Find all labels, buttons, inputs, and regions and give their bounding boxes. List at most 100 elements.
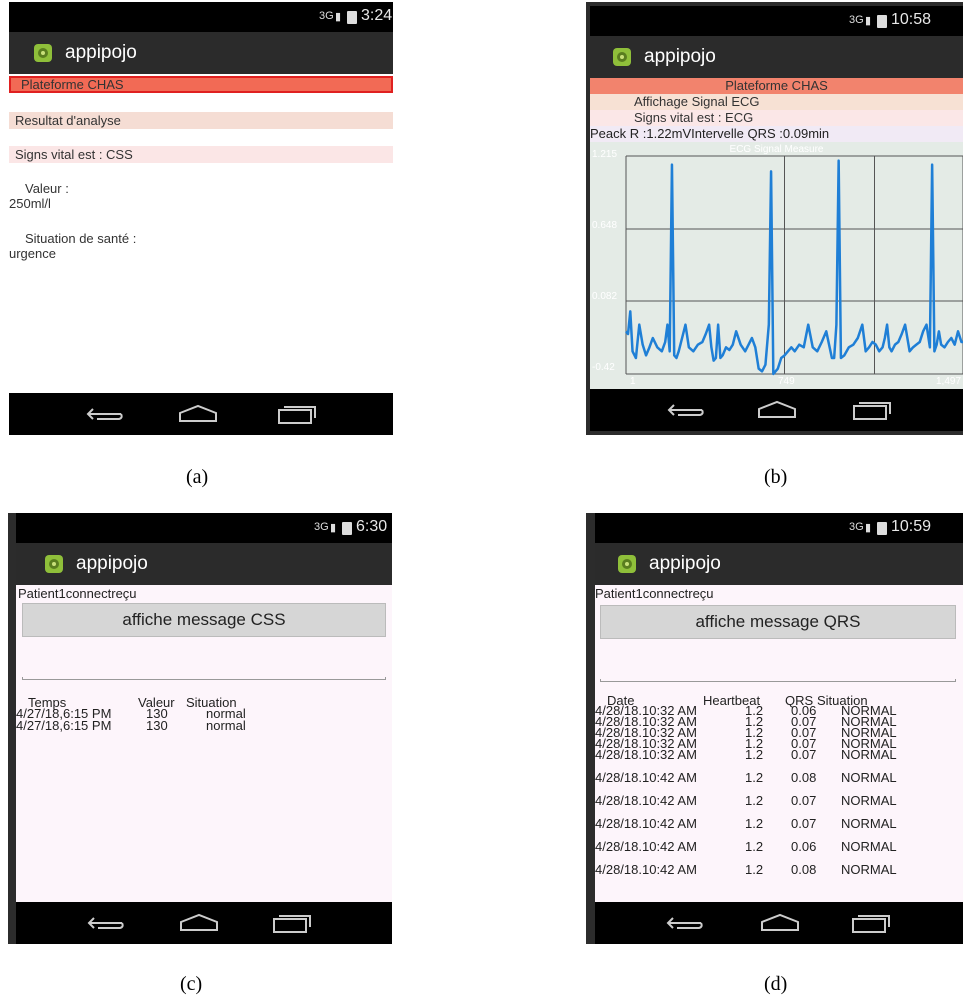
status-bar: 3G ▮ 10:59 (595, 513, 963, 543)
navigation-bar (16, 902, 392, 944)
result-row: Resultat d'analyse (9, 112, 393, 129)
button-label: affiche message QRS (695, 612, 861, 631)
table-cell-qrs: 0.07 (791, 747, 817, 762)
battery-icon (877, 522, 887, 535)
table-cell-situation: NORMAL (841, 839, 897, 854)
table-cell-situation: NORMAL (841, 862, 897, 877)
ecg-chart: ECG Signal Measure 1.215 0.648 0.082 -0.… (590, 142, 963, 389)
platform-label: Plateforme CHAS (21, 77, 124, 92)
show-qrs-button[interactable]: affiche message QRS (600, 605, 956, 639)
table-cell-date: 4/28/18.10:32 AM (595, 747, 697, 762)
back-arrow-icon[interactable] (86, 912, 126, 932)
platform-banner: Plateforme CHAS (9, 76, 393, 93)
navigation-bar (9, 393, 393, 435)
home-icon[interactable] (178, 912, 220, 932)
table-row: 4/28/18.10:42 AM 1.2 0.07 NORMAL (595, 793, 963, 808)
home-icon[interactable] (177, 403, 219, 423)
clock: 3:24 (361, 7, 393, 24)
recent-apps-icon[interactable] (277, 403, 319, 425)
table-row: 4/28/18.10:42 AM 1.2 0.08 NORMAL (595, 862, 963, 877)
battery-icon (347, 11, 357, 24)
signal-display-label: Affichage Signal ECG (634, 94, 760, 109)
phone-screen-b: 3G ▮ 10:58 appipojo Plateforme CHAS Affi… (586, 2, 963, 435)
app-title: appipojo (76, 553, 148, 574)
table-cell-date: 4/28/18.10:42 AM (595, 770, 697, 785)
navigation-bar (595, 902, 963, 944)
table-cell-qrs: 0.08 (791, 862, 817, 877)
table-cell-date: 4/28/18.10:42 AM (595, 816, 697, 831)
ecg-plot (625, 155, 963, 376)
table-row: 4/28/18.10:42 AM 1.2 0.07 NORMAL (595, 816, 963, 831)
screen-content: Patient1connectreçu affiche message CSS … (16, 585, 392, 902)
home-icon[interactable] (756, 399, 798, 419)
home-icon[interactable] (759, 912, 801, 932)
table-cell-situation: normal (206, 718, 246, 733)
signal-bars-icon: ▮ (865, 15, 872, 27)
show-css-button[interactable]: affiche message CSS (22, 603, 386, 637)
chart-grid (625, 155, 963, 375)
button-label: affiche message CSS (122, 610, 286, 629)
phone-screen-d: 3G ▮ 10:59 appipojo Patient1connectreçu … (586, 513, 963, 944)
message-input[interactable] (600, 679, 956, 682)
screen-content: Patient1connectreçu affiche message QRS … (595, 585, 963, 902)
caption-d: (d) (764, 973, 788, 995)
navigation-bar (590, 389, 963, 431)
table-row: 4/28/18.10:32 AM 1.2 0.07 NORMAL (595, 747, 963, 762)
app-title: appipojo (644, 46, 716, 67)
value-label: Valeur : (25, 181, 69, 196)
back-arrow-icon[interactable] (85, 403, 125, 423)
recent-apps-icon[interactable] (852, 399, 894, 421)
table-cell-heartbeat: 1.2 (745, 747, 764, 762)
table-cell-heartbeat: 1.2 (745, 839, 764, 854)
measure-row: Peack R :1.22mVIntervelle QRS :0.09min (590, 126, 963, 142)
clock: 10:59 (891, 518, 932, 535)
recent-apps-icon[interactable] (272, 912, 314, 934)
signal-display-row: Affichage Signal ECG (590, 94, 963, 110)
health-text: urgence (9, 246, 56, 261)
health-label: Situation de santé : (25, 231, 137, 246)
table-cell-situation: NORMAL (841, 770, 897, 785)
network-signal-icon: 3G (319, 10, 334, 22)
android-logo-icon (34, 44, 52, 62)
table-cell-qrs: 0.08 (791, 770, 817, 785)
table-cell-heartbeat: 1.2 (745, 793, 764, 808)
platform-banner: Plateforme CHAS (590, 78, 963, 94)
network-signal-icon: 3G (314, 521, 329, 533)
signal-bars-icon: ▮ (865, 522, 872, 534)
table-cell-value: 130 (146, 718, 168, 733)
recent-apps-icon[interactable] (851, 912, 893, 934)
android-logo-icon (45, 555, 63, 573)
battery-icon (342, 522, 352, 535)
vital-sign-label: Signs vital est : CSS (15, 147, 133, 162)
phone-screen-a: 3G ▮ 3:24 appipojo Plateforme CHAS Resul… (9, 2, 393, 435)
table-cell-qrs: 0.06 (791, 839, 817, 854)
app-title: appipojo (65, 42, 137, 63)
back-arrow-icon[interactable] (666, 399, 706, 419)
vital-sign-label: Signs vital est : ECG (634, 110, 754, 125)
message-input[interactable] (22, 677, 386, 680)
platform-label: Plateforme CHAS (725, 78, 828, 93)
vital-sign-row: Signs vital est : CSS (9, 146, 393, 163)
action-bar: appipojo (16, 543, 392, 585)
action-bar: appipojo (9, 32, 393, 74)
status-bar: 3G ▮ 3:24 (9, 2, 393, 32)
table-cell-date: 4/28/18.10:42 AM (595, 793, 697, 808)
signal-bars-icon: ▮ (330, 522, 337, 534)
network-signal-icon: 3G (849, 14, 864, 26)
caption-c: (c) (180, 973, 203, 995)
android-logo-icon (613, 48, 631, 66)
back-arrow-icon[interactable] (665, 912, 705, 932)
action-bar: appipojo (595, 543, 963, 585)
table-row: 4/28/18.10:42 AM 1.2 0.06 NORMAL (595, 839, 963, 854)
app-title: appipojo (649, 553, 721, 574)
screen-content: Plateforme CHAS Resultat d'analyse Signs… (9, 74, 393, 393)
caption-b: (b) (764, 466, 788, 488)
table-cell-qrs: 0.07 (791, 793, 817, 808)
caption-a: (a) (186, 466, 209, 488)
phone-screen-c: 3G ▮ 6:30 appipojo Patient1connectreçu a… (8, 513, 392, 944)
ecg-series-line (625, 159, 963, 376)
table-cell-date: 4/28/18.10:42 AM (595, 839, 697, 854)
vital-sign-row: Signs vital est : ECG (590, 110, 963, 126)
table-cell-heartbeat: 1.2 (745, 862, 764, 877)
table-row: 4/28/18.10:42 AM 1.2 0.08 NORMAL (595, 770, 963, 785)
